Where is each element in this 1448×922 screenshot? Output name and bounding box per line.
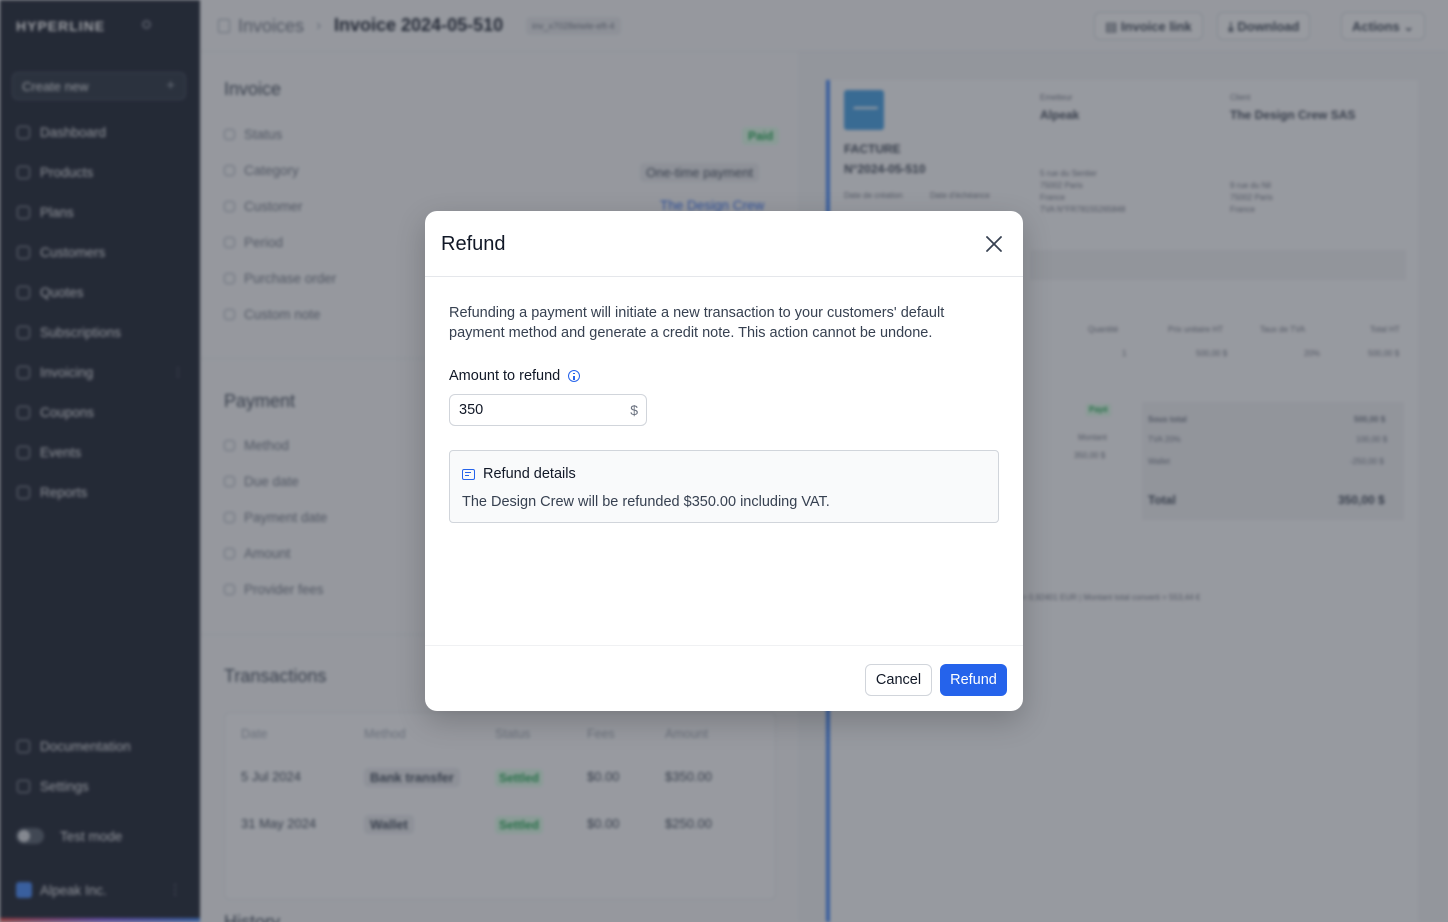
amount-field: $	[449, 394, 647, 426]
refund-button[interactable]: Refund	[940, 664, 1007, 696]
refund-modal: Refund Refunding a payment will initiate…	[425, 211, 1023, 711]
modal-footer: Cancel Refund	[425, 645, 1023, 711]
refund-details-title: Refund details	[483, 466, 576, 482]
amount-input[interactable]	[451, 396, 621, 424]
amount-label-text: Amount to refund	[449, 368, 561, 384]
amount-label: Amount to refund	[449, 368, 581, 384]
currency-suffix: $	[630, 402, 638, 418]
modal-description: Refunding a payment will initiate a new …	[449, 305, 945, 341]
refund-details-box: Refund details The Design Crew will be r…	[449, 450, 999, 523]
receipt-icon	[462, 468, 475, 480]
info-icon[interactable]	[568, 370, 581, 382]
modal-title: Refund	[441, 233, 506, 255]
close-button[interactable]	[983, 233, 1005, 255]
close-icon	[986, 236, 1002, 252]
modal-header: Refund	[425, 211, 1023, 277]
refund-details-header: Refund details	[462, 466, 576, 482]
refund-details-text: The Design Crew will be refunded $350.00…	[462, 494, 830, 510]
cancel-button[interactable]: Cancel	[865, 664, 932, 696]
